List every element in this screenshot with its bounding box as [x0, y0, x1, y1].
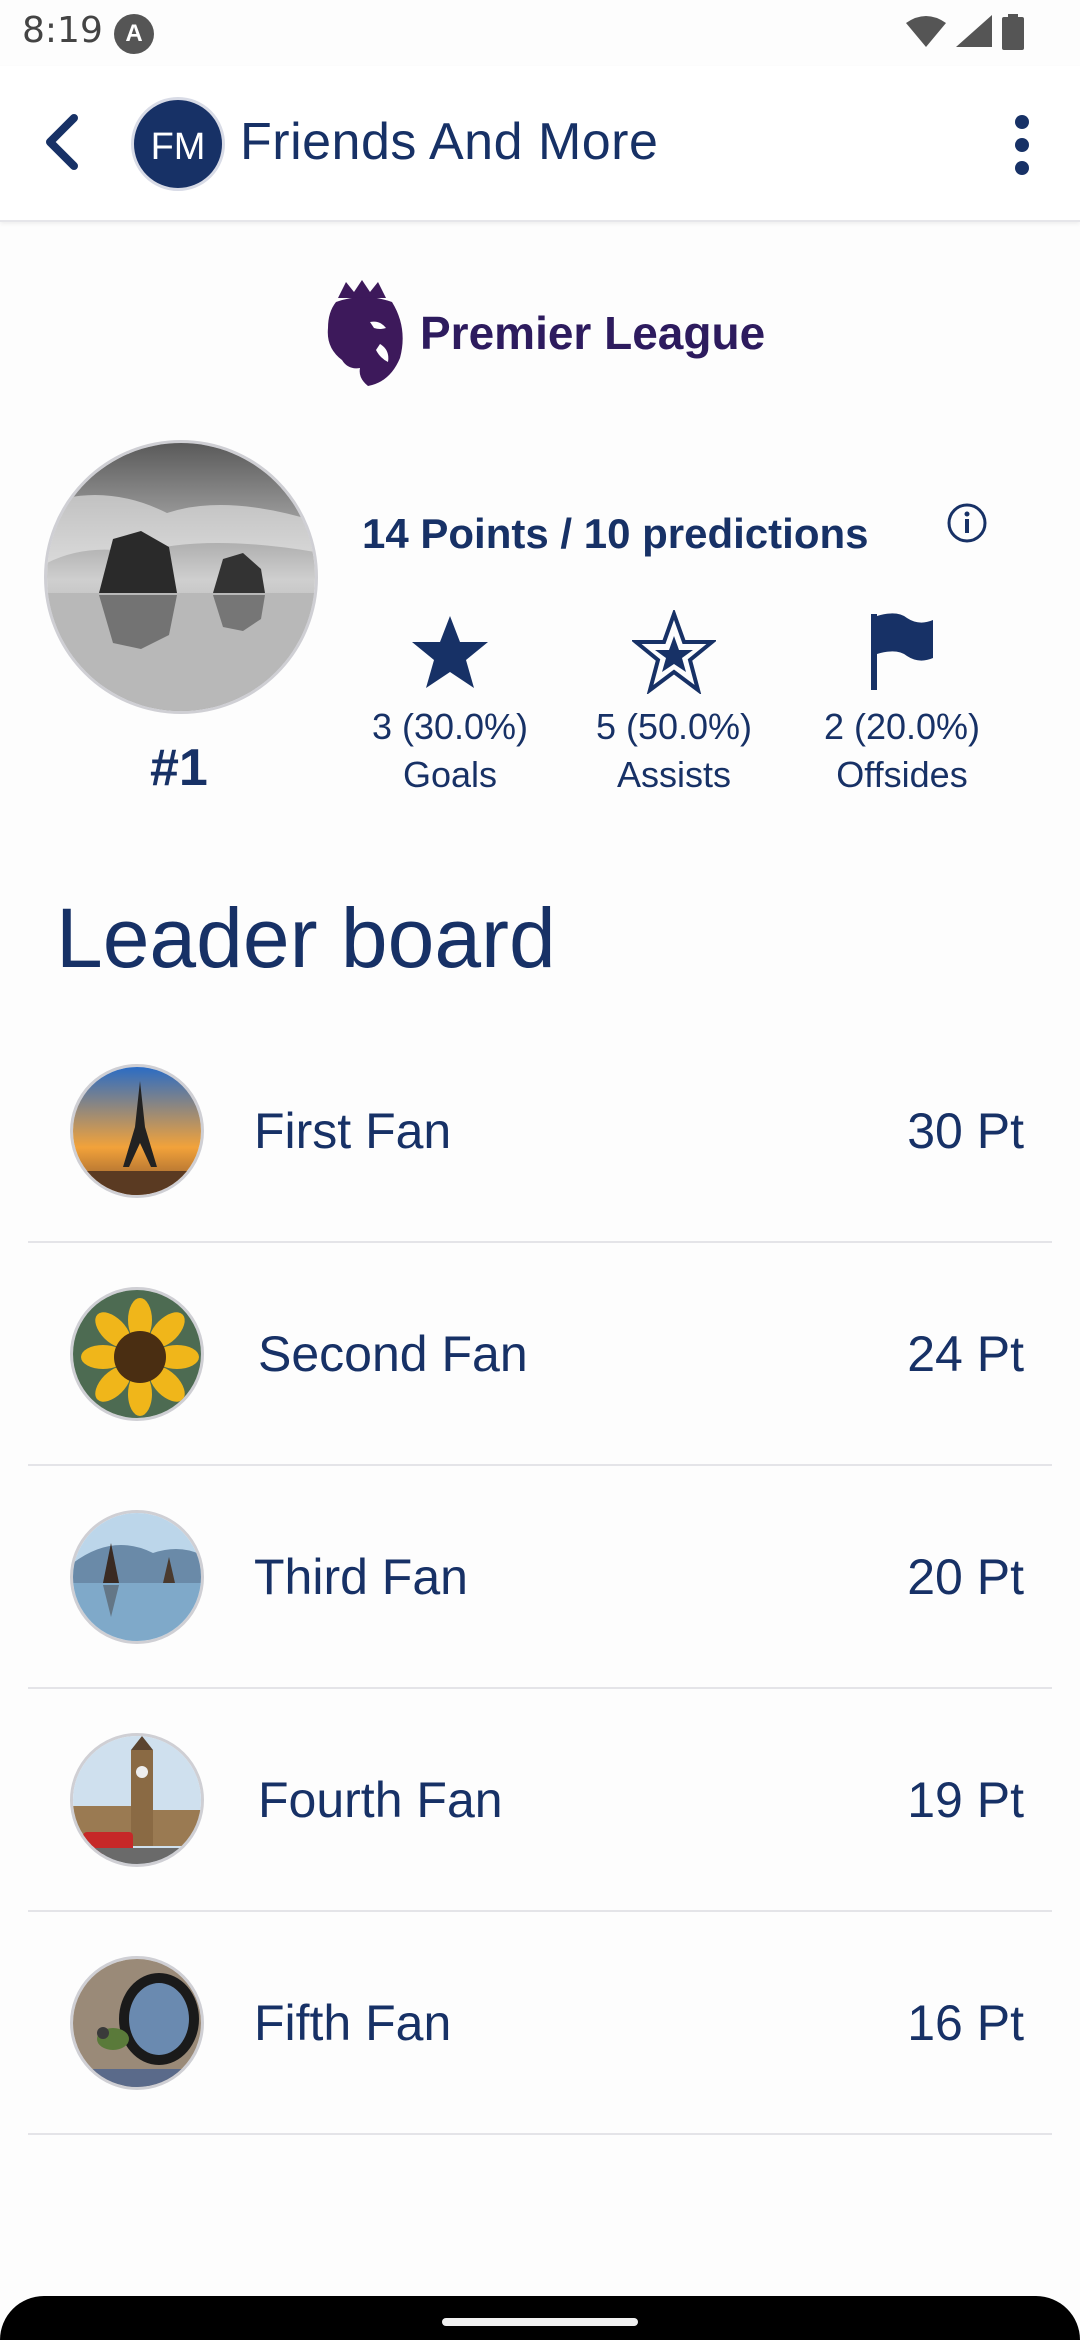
- app-indicator-icon: A: [114, 14, 154, 54]
- goals-label: Goals: [402, 754, 498, 795]
- stat-goals: 3 (30.0%) Goals: [340, 612, 560, 796]
- fan-points: 16 Pt: [907, 1995, 1024, 2051]
- info-button[interactable]: [946, 502, 988, 544]
- fan-points: 24 Pt: [907, 1326, 1024, 1382]
- goals-value: 3 (30.0%): [371, 706, 529, 747]
- wifi-icon: [906, 16, 946, 47]
- avatar-image: [47, 443, 315, 711]
- overflow-menu-button[interactable]: [992, 110, 1052, 180]
- star-filled-icon: [412, 616, 488, 688]
- fan-avatar: [70, 1064, 204, 1198]
- fan-avatar: [70, 1510, 204, 1644]
- temple-lake-image: [73, 1513, 201, 1641]
- eiffel-tower-image: [73, 1067, 201, 1195]
- fan-avatar: [70, 1956, 204, 2090]
- chevron-left-icon: [46, 114, 78, 170]
- big-ben-image: [73, 1736, 201, 1864]
- leaderboard-row[interactable]: Fourth Fan 19 Pt: [28, 1689, 1052, 1912]
- leaderboard-row[interactable]: Third Fan 20 Pt: [28, 1466, 1052, 1689]
- fan-name: Third Fan: [254, 1549, 468, 1605]
- offsides-value: 2 (20.0%): [823, 706, 981, 747]
- user-rank: #1: [150, 739, 208, 797]
- user-avatar[interactable]: [44, 440, 318, 714]
- assists-label: Assists: [616, 754, 731, 795]
- fan-name: First Fan: [254, 1103, 452, 1159]
- status-time: 8:19: [22, 10, 103, 51]
- fan-points: 30 Pt: [907, 1103, 1024, 1159]
- league-header: Premier League: [318, 278, 765, 388]
- group-avatar[interactable]: FM: [131, 97, 225, 191]
- fan-avatar: [70, 1287, 204, 1421]
- premier-league-lion-icon: [327, 280, 403, 386]
- cell-signal-icon: [956, 15, 992, 47]
- fan-points: 20 Pt: [907, 1549, 1024, 1605]
- app-bar: FM Friends And More: [0, 66, 1080, 222]
- fan-name: Fifth Fan: [254, 1995, 452, 2051]
- page-title: Friends And More: [240, 113, 659, 171]
- more-vertical-icon: [1015, 115, 1029, 175]
- fan-name: Fourth Fan: [258, 1772, 503, 1828]
- star-outline-icon: [632, 610, 716, 694]
- leaderboard-list: First Fan 30 Pt Second Fan 24 Pt Third F…: [28, 1020, 1052, 2135]
- leaderboard-row[interactable]: First Fan 30 Pt: [28, 1020, 1052, 1243]
- leaderboard-row[interactable]: Fifth Fan 16 Pt: [28, 1912, 1052, 2135]
- info-icon: [947, 503, 987, 543]
- points-summary: 14 Points / 10 predictions: [362, 510, 869, 557]
- stat-assists: 5 (50.0%) Assists: [564, 610, 784, 796]
- leaderboard-row[interactable]: Second Fan 24 Pt: [28, 1243, 1052, 1466]
- fan-name: Second Fan: [258, 1326, 528, 1382]
- offsides-label: Offsides: [836, 754, 968, 795]
- leaderboard-title: Leader board: [56, 891, 556, 985]
- assists-value: 5 (50.0%): [595, 706, 753, 747]
- fan-points: 19 Pt: [907, 1772, 1024, 1828]
- bird-mirror-image: [73, 1959, 201, 2087]
- home-gesture-handle[interactable]: [442, 2318, 638, 2326]
- flag-icon: [871, 613, 933, 690]
- back-button[interactable]: [34, 110, 98, 174]
- fan-avatar: [70, 1733, 204, 1867]
- league-name: Premier League: [420, 307, 766, 359]
- status-bar: 8:19 A: [0, 0, 1080, 66]
- battery-icon: [1002, 14, 1024, 50]
- sunflower-image: [73, 1290, 201, 1418]
- stat-offsides: 2 (20.0%) Offsides: [792, 612, 1012, 796]
- status-icons: [906, 14, 1024, 50]
